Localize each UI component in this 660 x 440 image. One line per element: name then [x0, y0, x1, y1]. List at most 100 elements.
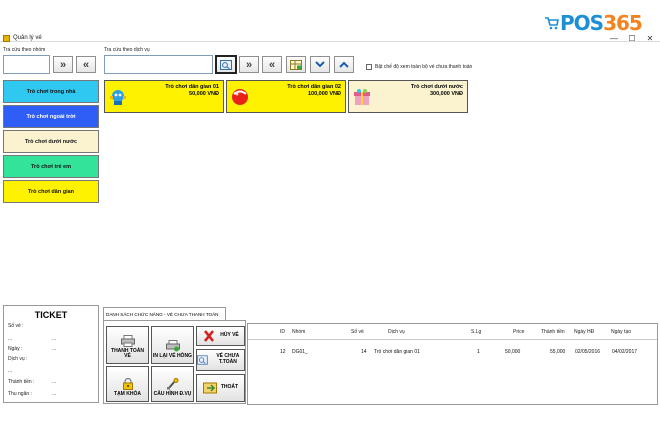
- group-search-label: Tra cứu theo nhóm: [3, 47, 46, 53]
- service-price: 100,000 VNĐ: [307, 91, 341, 97]
- gift-icon: [354, 89, 370, 105]
- pay-ticket-button[interactable]: THANH TOÁN VÉ: [106, 326, 149, 364]
- ball-icon: [232, 89, 248, 105]
- show-unpaid-checkbox[interactable]: [366, 64, 372, 70]
- col-group: Nhóm: [292, 329, 306, 335]
- printer-icon: [120, 334, 135, 347]
- exit-button[interactable]: THOÁT: [196, 374, 245, 402]
- service-next-button[interactable]: »: [239, 56, 259, 73]
- cart-icon: [545, 17, 559, 30]
- service-price: 300,000 VNĐ: [429, 91, 463, 97]
- cancel-ticket-label: HỦY VÉ: [220, 332, 239, 339]
- chevron-up-icon: [339, 61, 349, 68]
- col-id: ID: [280, 329, 285, 335]
- cell-group: DG01_: [292, 349, 308, 355]
- app-icon: [3, 35, 10, 42]
- service-price: 50,000 VNĐ: [189, 91, 219, 97]
- reprint-ticket-label: IN LẠI VÉ HỎNG: [153, 353, 192, 360]
- cell-qty: 1: [477, 349, 480, 355]
- service-search-label: Tra cứu theo dịch vụ: [104, 47, 150, 53]
- col-qty: S.Lg: [471, 329, 482, 335]
- service-tile[interactable]: Trò chơi dân gian 01 50,000 VNĐ: [104, 80, 224, 113]
- cancel-icon: [204, 330, 215, 342]
- service-tile[interactable]: Trò chơi dân gian 02 100,000 VNĐ: [226, 80, 346, 113]
- unpaid-list-icon: [197, 355, 208, 365]
- col-ticket-no: Số vé: [351, 329, 364, 335]
- service-prev-button[interactable]: «: [262, 56, 282, 73]
- cell-total: 55,000: [550, 349, 566, 355]
- ticket-field-value: ...: [52, 336, 57, 342]
- ticket-title: TICKET: [34, 310, 68, 320]
- close-button[interactable]: ✕: [642, 34, 658, 43]
- service-config-label: CẤU HÌNH Đ.VỤ: [153, 391, 192, 398]
- pay-ticket-label: THANH TOÁN VÉ: [111, 347, 144, 360]
- lock-button[interactable]: TẠM KHÓA: [106, 366, 149, 402]
- ticket-panel: TICKET Số vé : ... ... Ngày : ... Dịch v…: [3, 305, 99, 403]
- ticket-field-value: ...: [52, 379, 57, 385]
- ticket-field-label: Dịch vụ :: [8, 356, 28, 362]
- tab-functions[interactable]: DANH SÁCH CHỨC NĂNG - VÉ CHƯA THANH TOÁN: [103, 307, 226, 320]
- ticket-field-label: ...: [8, 336, 13, 342]
- window-title: Quản lý vé: [13, 35, 42, 41]
- ticket-field-label: ...: [8, 368, 13, 374]
- reprint-icon: [165, 340, 180, 352]
- function-panel: THANH TOÁN VÉ IN LẠI VÉ HỎNG HỦY VÉ VÉ C…: [103, 320, 246, 404]
- col-total: Thành tiền: [541, 329, 565, 335]
- group-prev-button[interactable]: «: [76, 56, 96, 73]
- service-name: Trò chơi dưới nước: [410, 84, 463, 90]
- service-tile[interactable]: Trò chơi dưới nước 300,000 VNĐ: [348, 80, 468, 113]
- brand-prefix: POS: [560, 11, 604, 35]
- minimize-button[interactable]: —: [606, 34, 622, 43]
- brand-suffix: 365: [603, 11, 643, 35]
- cell-id: 12: [280, 349, 286, 355]
- show-unpaid-label: Bật chế độ xem toàn bộ vé chưa thanh toá…: [375, 64, 473, 70]
- cell-price: 50,000: [505, 349, 521, 355]
- cell-created-date: 04/02/2017: [612, 349, 638, 355]
- ticket-field-label: Ngày :: [8, 346, 23, 352]
- pos365-logo: POS365: [544, 10, 654, 36]
- service-name: Trò chơi dân gian 01: [165, 84, 219, 90]
- cell-ticket-no: 14: [361, 349, 367, 355]
- exit-label: THOÁT: [220, 384, 239, 391]
- table-header: ID Nhóm Số vé Dịch vụ S.Lg Price Thành t…: [248, 324, 657, 340]
- cell-service: Trò chơi dân gian 01: [374, 349, 420, 355]
- service-name: Trò chơi dân gian 02: [287, 84, 341, 90]
- service-search-input[interactable]: [104, 55, 213, 74]
- service-config-button[interactable]: CẤU HÌNH Đ.VỤ: [151, 366, 194, 402]
- cell-invoice-date: 02/05/2016: [575, 349, 601, 355]
- group-item[interactable]: Trò chơi trẻ em: [3, 155, 99, 178]
- group-item[interactable]: Trò chơi dân gian: [3, 180, 99, 203]
- scroll-up-button[interactable]: [334, 56, 354, 73]
- ticket-field-value: ...: [52, 346, 57, 352]
- maximize-button[interactable]: ☐: [624, 34, 640, 43]
- lock-label: TẠM KHÓA: [114, 391, 141, 398]
- chevron-down-icon: [315, 61, 325, 68]
- col-invoice-date: Ngày HĐ: [574, 329, 595, 335]
- col-service: Dịch vụ: [388, 329, 405, 335]
- col-created-date: Ngày tạo: [611, 329, 632, 335]
- exit-icon: [202, 382, 217, 394]
- col-price: Price: [513, 329, 525, 335]
- unpaid-tickets-table[interactable]: ID Nhóm Số vé Dịch vụ S.Lg Price Thành t…: [247, 323, 658, 405]
- lock-icon: [122, 378, 133, 391]
- search-icon: [220, 59, 232, 70]
- cancel-ticket-button[interactable]: HỦY VÉ: [196, 326, 245, 346]
- grid-icon: [290, 59, 302, 70]
- scroll-down-button[interactable]: [310, 56, 330, 73]
- unpaid-tickets-label: VÉ CHƯA T.TOÁN: [216, 353, 240, 365]
- robot-icon: [110, 90, 126, 105]
- grid-view-button[interactable]: [286, 56, 306, 73]
- ticket-field-label: Thu ngân :: [8, 391, 32, 397]
- config-icon: [166, 378, 178, 390]
- unpaid-tickets-button[interactable]: VÉ CHƯA T.TOÁN: [196, 349, 245, 371]
- group-item[interactable]: Trò chơi trong nhà: [3, 80, 99, 103]
- ticket-field-value: ...: [52, 391, 57, 397]
- group-next-button[interactable]: »: [53, 56, 73, 73]
- search-button[interactable]: [215, 55, 237, 74]
- reprint-ticket-button[interactable]: IN LẠI VÉ HỎNG: [151, 326, 194, 364]
- group-item[interactable]: Trò chơi dưới nước: [3, 130, 99, 153]
- ticket-field-label: Số vé :: [8, 323, 24, 329]
- ticket-field-label: Thành tiền :: [8, 379, 35, 385]
- group-search-input[interactable]: [3, 55, 50, 74]
- group-item[interactable]: Trò chơi ngoài trời: [3, 105, 99, 128]
